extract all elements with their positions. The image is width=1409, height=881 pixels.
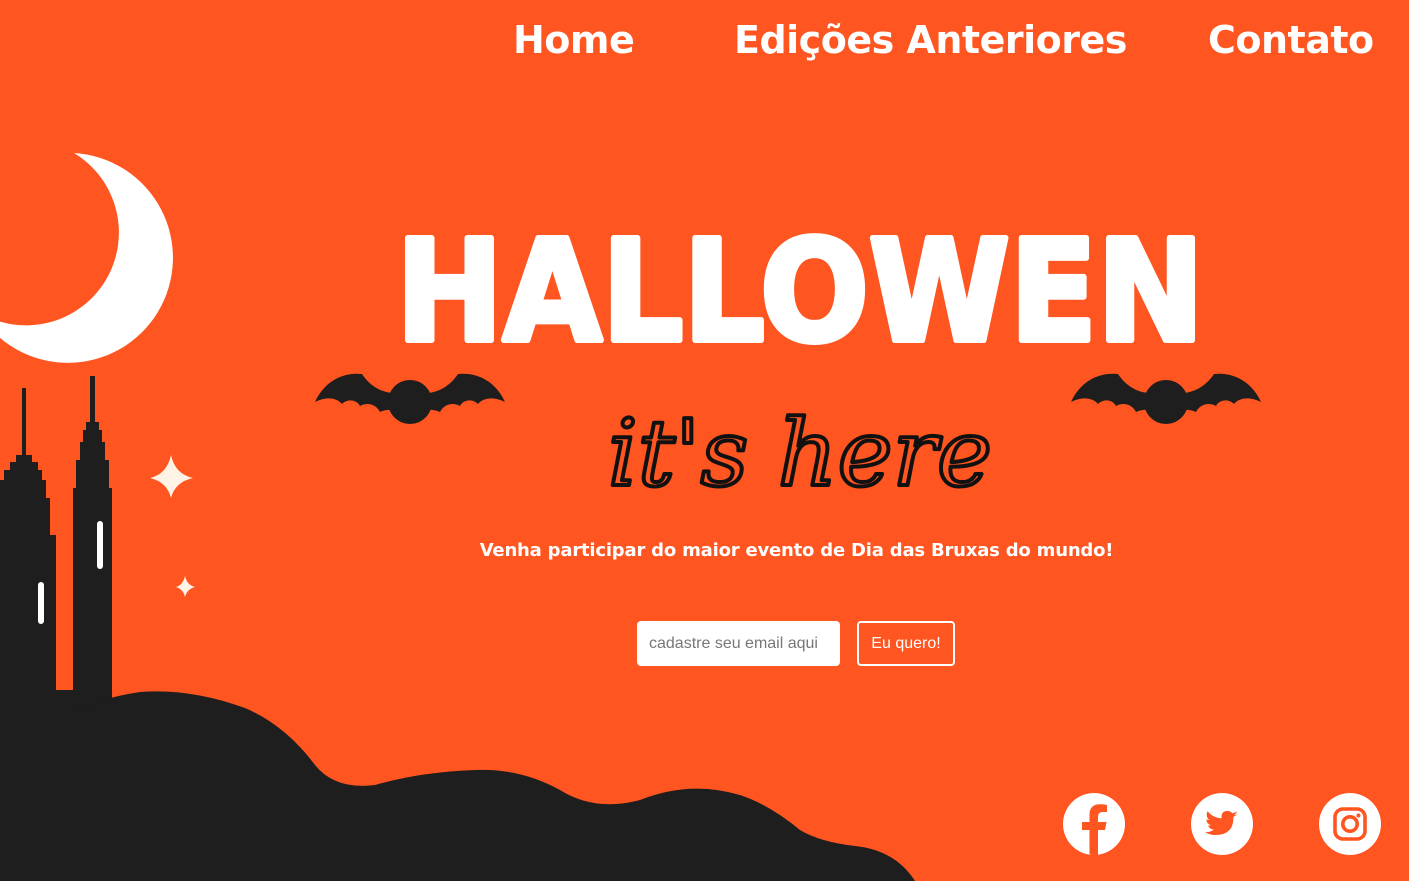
nav-link-home[interactable]: Home: [513, 18, 635, 62]
nav-link-contact[interactable]: Contato: [1208, 18, 1374, 62]
moon-icon: [0, 153, 173, 363]
email-input[interactable]: [637, 621, 840, 666]
top-nav: Home Edições Anteriores Contato: [0, 0, 1409, 84]
sparkle-small-icon: [176, 576, 195, 597]
hero-subtitle-text: it's here: [608, 400, 992, 507]
twitter-icon[interactable]: [1190, 792, 1254, 856]
hero-subtitle: it's here: [606, 398, 994, 509]
hill-silhouette: [0, 691, 915, 881]
instagram-icon[interactable]: [1318, 792, 1382, 856]
signup-button[interactable]: Eu quero!: [857, 621, 955, 666]
nav-link-previous-editions[interactable]: Edições Anteriores: [734, 18, 1127, 62]
hero-title: HALLOWEN: [393, 218, 1207, 358]
bat-left-icon: [315, 373, 505, 424]
facebook-icon[interactable]: [1062, 792, 1126, 856]
hero-title-text: HALLOWEN: [396, 218, 1204, 358]
bat-right-icon: [1071, 373, 1261, 424]
sparkle-icon: [150, 455, 193, 498]
tagline: Venha participar do maior evento de Dia …: [479, 540, 1114, 561]
left-tower: [0, 388, 76, 735]
